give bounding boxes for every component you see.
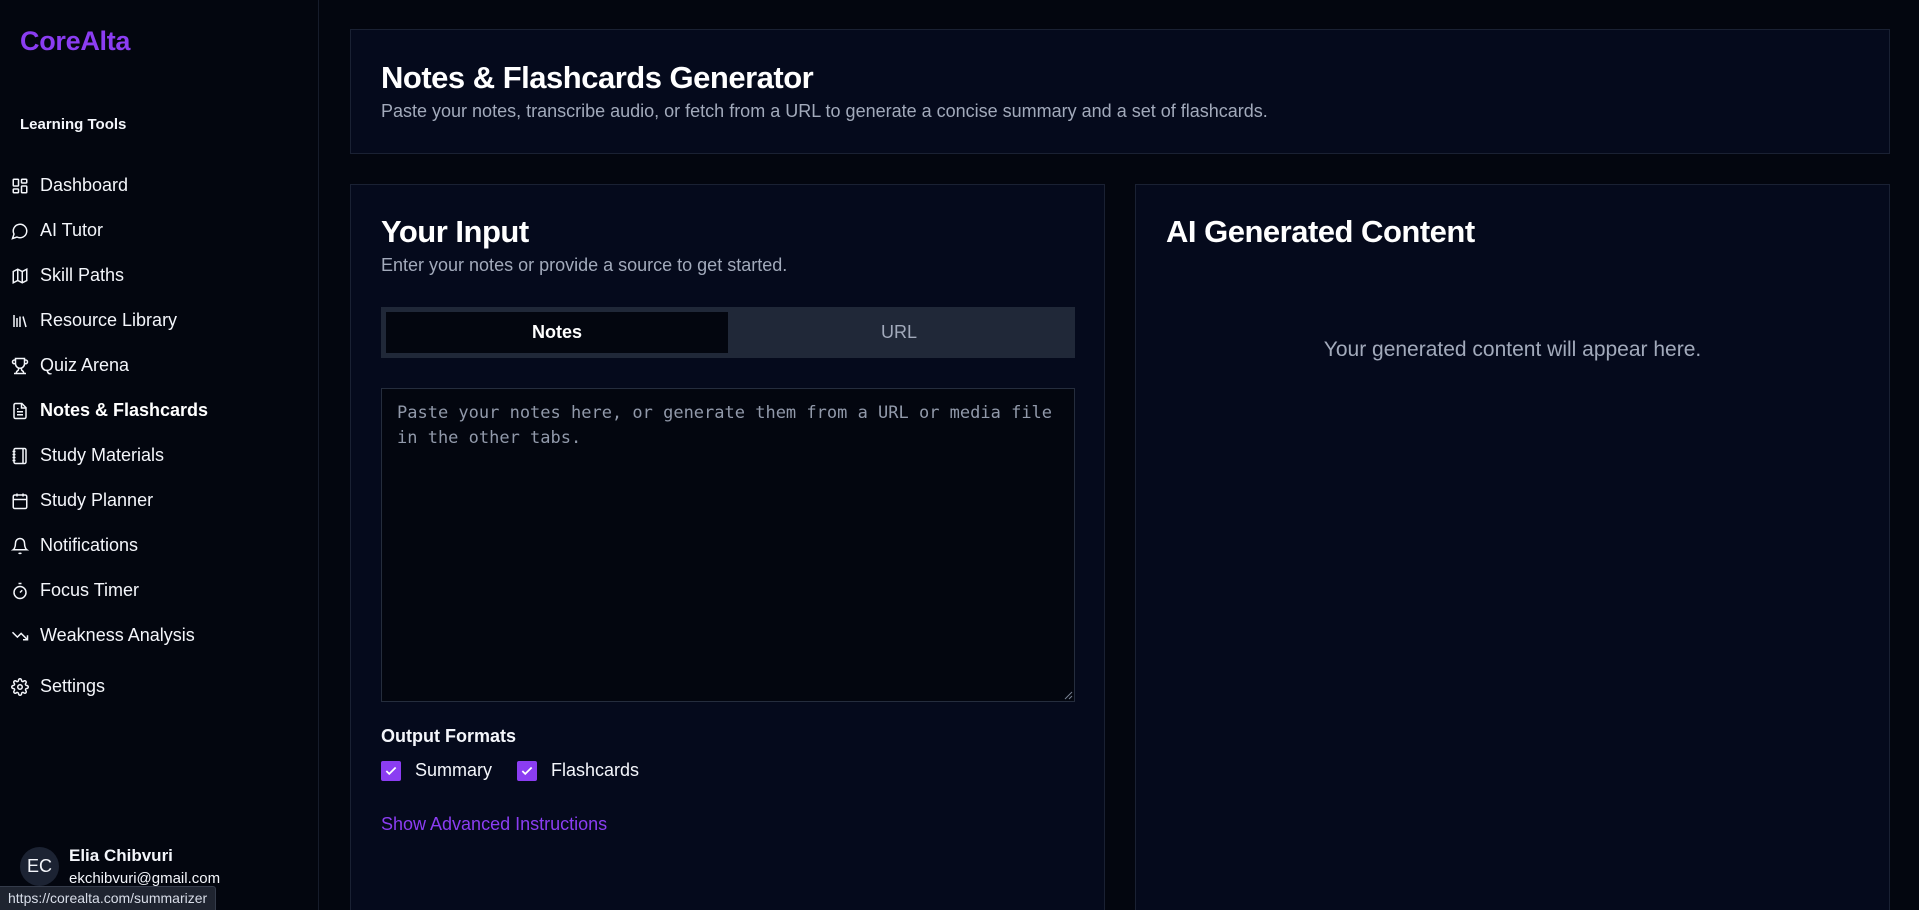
input-card-title: Your Input (381, 214, 529, 249)
input-card: Your Input Enter your notes or provide a… (350, 184, 1105, 910)
sidebar-item-resource-library[interactable]: Resource Library (0, 298, 318, 343)
page-header: Notes & Flashcards Generator Paste your … (350, 29, 1890, 154)
brand-logo[interactable]: CoreAlta (20, 26, 130, 57)
library-icon (11, 312, 29, 330)
sidebar-section-label: Learning Tools (20, 116, 127, 133)
show-advanced-instructions-link[interactable]: Show Advanced Instructions (381, 814, 607, 835)
document-icon (11, 402, 29, 420)
checkmark-icon (385, 766, 397, 775)
sidebar-item-dashboard[interactable]: Dashboard (0, 163, 318, 208)
bell-icon (11, 537, 29, 555)
output-formats-group: Summary Flashcards (381, 760, 664, 781)
page-subtitle: Paste your notes, transcribe audio, or f… (381, 101, 1268, 121)
sidebar-item-label: AI Tutor (40, 220, 104, 240)
trending-down-icon (11, 627, 29, 645)
sidebar-item-label: Focus Timer (40, 580, 140, 600)
sidebar-item-notifications[interactable]: Notifications (0, 523, 318, 568)
sidebar-item-label: Study Materials (40, 445, 165, 465)
avatar: EC (20, 847, 59, 886)
user-name: Elia Chibvuri (69, 846, 173, 865)
checkmark-icon (521, 766, 533, 775)
output-formats-label: Output Formats (381, 726, 516, 746)
notebook-icon (11, 447, 29, 465)
input-source-tabs: Notes URL (381, 307, 1075, 358)
page-title: Notes & Flashcards Generator (381, 60, 814, 95)
input-card-description: Enter your notes or provide a source to … (381, 255, 788, 275)
link-status-bar: https://corealta.com/summarizer (0, 886, 217, 910)
sidebar-item-label: Skill Paths (40, 265, 125, 285)
summary-checkbox[interactable] (381, 760, 401, 781)
user-profile[interactable]: EC Elia Chibvuri ekchibvuri@gmail.com (20, 846, 220, 887)
output-card: AI Generated Content Your generated cont… (1135, 184, 1890, 910)
sidebar-nav: Dashboard AI Tutor Skill Paths Resource … (0, 163, 318, 709)
output-placeholder-message: Your generated content will appear here. (1323, 338, 1702, 361)
sidebar-item-label: Notifications (40, 535, 139, 555)
sidebar-item-quiz-arena[interactable]: Quiz Arena (0, 343, 318, 388)
flashcards-checkbox-option[interactable]: Flashcards (517, 760, 639, 781)
sidebar-item-focus-timer[interactable]: Focus Timer (0, 568, 318, 613)
summary-checkbox-option[interactable]: Summary (381, 760, 492, 781)
tab-url[interactable]: URL (728, 312, 1070, 353)
user-email: ekchibvuri@gmail.com (69, 870, 221, 887)
sidebar-item-settings[interactable]: Settings (0, 664, 318, 709)
sidebar-item-study-materials[interactable]: Study Materials (0, 433, 318, 478)
resize-handle-icon[interactable] (1063, 690, 1073, 700)
sidebar-item-notes-flashcards[interactable]: Notes & Flashcards (0, 388, 318, 433)
sidebar-item-label: Settings (40, 676, 106, 696)
chat-bubble-icon (11, 222, 29, 240)
tab-notes[interactable]: Notes (386, 312, 728, 353)
flashcards-checkbox-label: Flashcards (551, 760, 640, 780)
notes-textarea[interactable] (381, 388, 1075, 702)
trophy-icon (11, 357, 29, 375)
sidebar-item-label: Dashboard (40, 175, 129, 195)
sidebar-item-label: Quiz Arena (40, 355, 130, 375)
sidebar: CoreAlta Learning Tools Dashboard AI Tut… (0, 0, 319, 910)
gear-icon (11, 677, 29, 696)
sidebar-item-weakness-analysis[interactable]: Weakness Analysis (0, 613, 318, 658)
sidebar-item-ai-tutor[interactable]: AI Tutor (0, 208, 318, 253)
calendar-icon (11, 492, 29, 510)
sidebar-item-label: Weakness Analysis (40, 625, 195, 645)
timer-icon (11, 582, 29, 600)
summary-checkbox-label: Summary (415, 760, 493, 780)
sidebar-item-label: Notes & Flashcards (40, 400, 209, 420)
output-card-title: AI Generated Content (1166, 214, 1475, 249)
sidebar-item-label: Study Planner (40, 490, 154, 510)
sidebar-item-study-planner[interactable]: Study Planner (0, 478, 318, 523)
sidebar-item-skill-paths[interactable]: Skill Paths (0, 253, 318, 298)
sidebar-item-label: Resource Library (40, 310, 178, 330)
flashcards-checkbox[interactable] (517, 760, 538, 781)
map-icon (11, 267, 29, 285)
dashboard-icon (11, 177, 29, 195)
